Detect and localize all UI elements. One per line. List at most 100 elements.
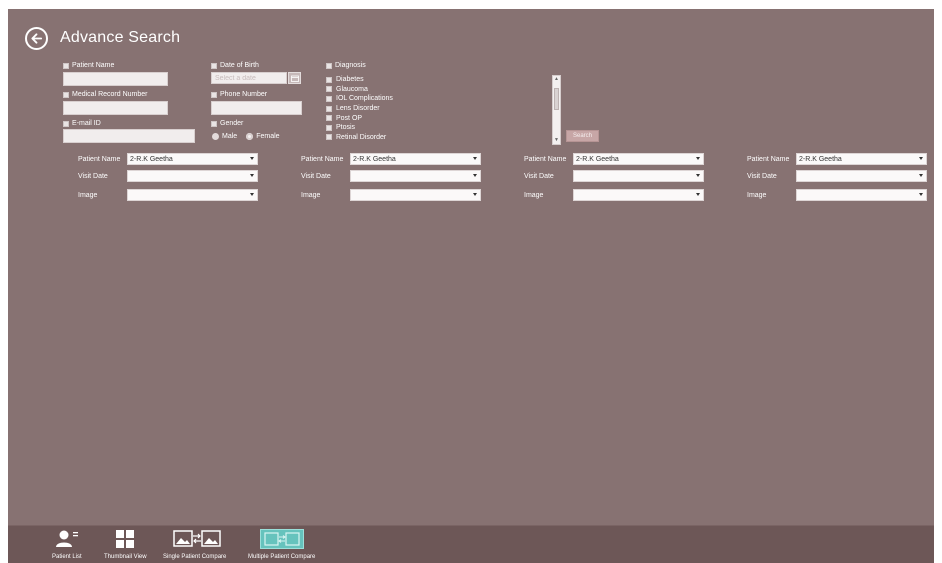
checkbox-box[interactable] xyxy=(326,76,332,83)
diagnosis-checkbox[interactable]: Diagnosis xyxy=(326,62,366,69)
radio-indicator[interactable] xyxy=(246,133,254,140)
nav-patient-list-label: Patient List xyxy=(52,554,82,560)
patient-name-select[interactable]: 2-R.K Geetha xyxy=(796,153,927,165)
checkbox-box[interactable] xyxy=(326,115,332,122)
thumbnail-view-icon xyxy=(115,526,135,552)
visit-date-select[interactable] xyxy=(350,170,481,182)
gender-checkbox[interactable]: Gender xyxy=(211,120,243,127)
visit-date-row: Visit Date xyxy=(301,170,501,182)
patient-name-input[interactable] xyxy=(63,72,168,86)
chevron-down-icon xyxy=(919,193,923,196)
checkbox-box[interactable] xyxy=(326,95,332,102)
patient-name-checkbox[interactable]: Patient Name xyxy=(63,62,114,69)
chevron-down-icon xyxy=(250,174,254,177)
nav-thumbnail-view[interactable]: Thumbnail View xyxy=(104,526,147,563)
chevron-down-icon xyxy=(919,157,923,160)
medical-record-number-checkbox[interactable]: Medical Record Number xyxy=(63,91,147,98)
medical-record-number-input[interactable] xyxy=(63,101,168,115)
diagnosis-item[interactable]: Glaucoma xyxy=(326,85,558,95)
patient-name-label: Patient Name xyxy=(78,155,121,163)
multiple-compare-icon xyxy=(259,526,304,552)
checkbox-box[interactable] xyxy=(211,120,217,127)
checkbox-box[interactable] xyxy=(326,62,332,69)
checkbox-box[interactable] xyxy=(63,91,69,98)
email-checkbox[interactable]: E-mail ID xyxy=(63,120,101,127)
chevron-down-icon xyxy=(696,174,700,177)
gender-male-radio[interactable]: Male xyxy=(212,133,237,140)
chevron-down-icon xyxy=(696,193,700,196)
patient-name-select[interactable]: 2-R.K Geetha xyxy=(350,153,481,165)
visit-date-row: Visit Date xyxy=(747,170,934,182)
diagnosis-item[interactable]: Lens Disorder xyxy=(326,104,558,114)
nav-multiple-patient-compare[interactable]: Multiple Patient Compare xyxy=(248,526,315,563)
image-row: Image xyxy=(301,189,501,201)
patient-name-row: Patient Name 2-R.K Geetha xyxy=(524,153,724,165)
visit-date-select[interactable] xyxy=(127,170,258,182)
patient-name-row: Patient Name 2-R.K Geetha xyxy=(747,153,934,165)
back-button[interactable] xyxy=(25,27,48,50)
nav-single-patient-compare-label: Single Patient Compare xyxy=(163,554,227,560)
image-select[interactable] xyxy=(350,189,481,201)
search-button[interactable]: Search xyxy=(566,130,599,142)
diagnosis-item-label: Retinal Disorder xyxy=(336,133,387,141)
patient-name-select[interactable]: 2-R.K Geetha xyxy=(573,153,704,165)
diagnosis-item-label: Diabetes xyxy=(336,76,364,84)
diagnosis-item[interactable]: Retinal Disorder xyxy=(326,133,558,143)
nav-single-patient-compare[interactable]: Single Patient Compare xyxy=(163,526,226,563)
checkbox-box[interactable] xyxy=(211,91,217,98)
phone-number-input[interactable] xyxy=(211,101,302,115)
chevron-down-icon xyxy=(250,193,254,196)
patient-name-select[interactable]: 2-R.K Geetha xyxy=(127,153,258,165)
visit-date-row: Visit Date xyxy=(524,170,724,182)
diagnosis-item-label: Post OP xyxy=(336,114,363,122)
diagnosis-item-label: IOL Complications xyxy=(336,95,393,103)
active-indicator xyxy=(259,529,304,549)
chevron-down-icon xyxy=(473,157,477,160)
diagnosis-item[interactable]: Ptosis xyxy=(326,123,558,133)
checkbox-box[interactable] xyxy=(63,62,69,69)
image-row: Image xyxy=(78,189,278,201)
checkbox-box[interactable] xyxy=(63,120,69,127)
diagnosis-item[interactable]: Diabetes xyxy=(326,75,558,85)
visit-date-row: Visit Date xyxy=(78,170,278,182)
gender-female-radio[interactable]: Female xyxy=(246,133,280,140)
scroll-thumb[interactable] xyxy=(554,88,559,110)
diagnosis-item-label: Lens Disorder xyxy=(336,105,380,113)
date-of-birth-checkbox[interactable]: Date of Birth xyxy=(211,62,259,69)
checkbox-box[interactable] xyxy=(326,105,332,112)
visit-date-select[interactable] xyxy=(796,170,927,182)
patient-name-value: 2-R.K Geetha xyxy=(353,155,396,163)
calendar-button[interactable] xyxy=(288,72,301,84)
diagnosis-scrollbar[interactable]: ▲ ▼ xyxy=(552,75,561,145)
email-input[interactable] xyxy=(63,129,195,143)
radio-indicator[interactable] xyxy=(212,133,219,140)
image-select[interactable] xyxy=(127,189,258,201)
diagnosis-item[interactable]: Post OP xyxy=(326,113,558,123)
image-label: Image xyxy=(747,191,767,199)
phone-number-checkbox[interactable]: Phone Number xyxy=(211,91,267,98)
nav-patient-list[interactable]: Patient List xyxy=(52,526,82,563)
single-compare-icon xyxy=(166,526,224,552)
visit-date-select[interactable] xyxy=(573,170,704,182)
checkbox-box[interactable] xyxy=(211,62,217,69)
chevron-down-icon xyxy=(250,157,254,160)
checkbox-box[interactable] xyxy=(326,86,332,93)
diagnosis-list: Diabetes Glaucoma IOL Complications Lens… xyxy=(326,75,558,145)
compare-panel-1: Patient Name 2-R.K Geetha Visit Date Ima… xyxy=(78,153,278,213)
patient-name-label: Patient Name xyxy=(747,155,790,163)
phone-number-label: Phone Number xyxy=(220,91,268,98)
image-select[interactable] xyxy=(796,189,927,201)
checkbox-box[interactable] xyxy=(326,134,332,141)
diagnosis-item-label: Ptosis xyxy=(336,124,356,132)
image-select[interactable] xyxy=(573,189,704,201)
diagnosis-item[interactable]: IOL Complications xyxy=(326,94,558,104)
scroll-down-icon[interactable]: ▼ xyxy=(554,138,559,143)
bottom-nav-bar: Patient List Thumbnail View Single Patie… xyxy=(8,525,934,563)
compare-panel-2: Patient Name 2-R.K Geetha Visit Date Ima… xyxy=(301,153,501,213)
checkbox-box[interactable] xyxy=(326,124,332,131)
image-label: Image xyxy=(524,191,544,199)
patient-name-value: 2-R.K Geetha xyxy=(130,155,173,163)
scroll-up-icon[interactable]: ▲ xyxy=(554,77,559,82)
date-of-birth-input[interactable] xyxy=(211,72,287,84)
patient-name-label: Patient Name xyxy=(72,62,115,69)
